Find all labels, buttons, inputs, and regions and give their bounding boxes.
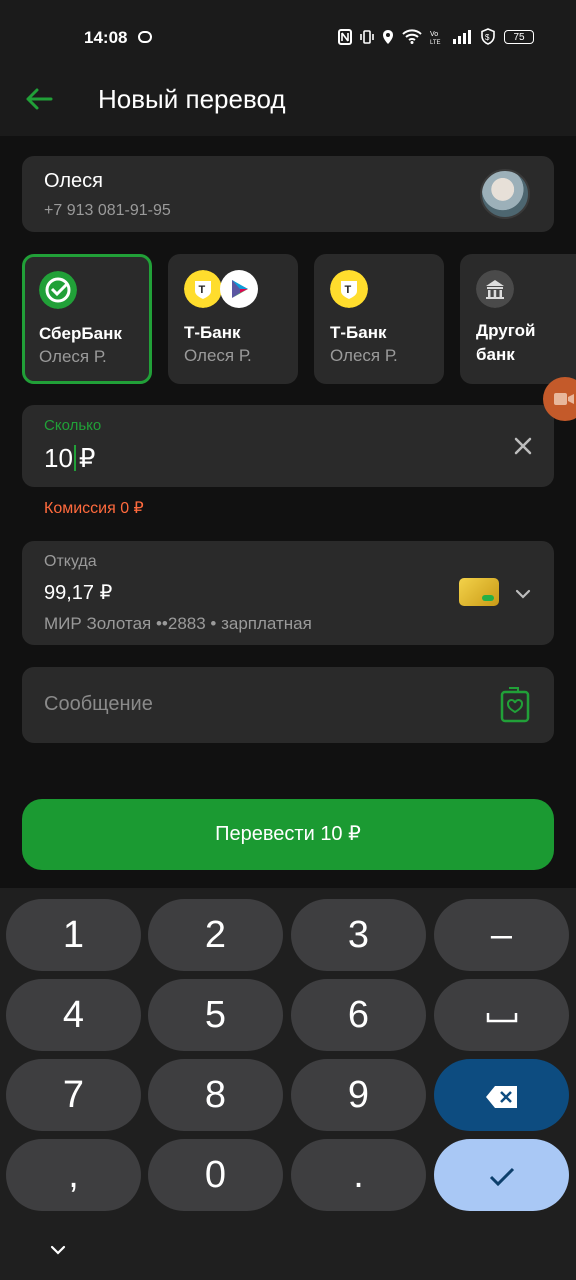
checkmark-icon bbox=[489, 1167, 514, 1187]
bank-option-tbank-sbp[interactable]: T Т-Банк Олеся Р. bbox=[168, 254, 298, 384]
svg-text:T: T bbox=[345, 284, 352, 296]
app-header: Новый перевод bbox=[0, 70, 576, 136]
key-7[interactable]: 7 bbox=[6, 1059, 141, 1131]
key-backspace[interactable] bbox=[434, 1059, 569, 1131]
location-icon bbox=[383, 29, 393, 44]
key-6[interactable]: 6 bbox=[291, 979, 426, 1051]
bank-name: СберБанк bbox=[39, 324, 122, 343]
status-icons: Vo LTE $ 75 bbox=[338, 28, 534, 45]
recipient-phone: +7 913 081-91-95 bbox=[44, 202, 171, 219]
bank-holder: Олеся Р. bbox=[330, 346, 398, 365]
sberbank-logo-icon bbox=[39, 271, 77, 309]
amount-field[interactable]: Сколько 10 ₽ bbox=[22, 405, 554, 487]
space-bar-icon bbox=[486, 1012, 517, 1023]
tbank-logo-icon: T bbox=[184, 270, 222, 308]
back-arrow-icon[interactable] bbox=[22, 82, 56, 116]
status-time: 14:08 bbox=[84, 28, 128, 47]
key-5[interactable]: 5 bbox=[148, 979, 283, 1051]
key-0[interactable]: 0 bbox=[148, 1139, 283, 1211]
key-dot[interactable]: . bbox=[291, 1139, 426, 1211]
text-cursor bbox=[73, 445, 76, 471]
key-done[interactable] bbox=[434, 1139, 569, 1211]
bank-option-sberbank[interactable]: СберБанк Олеся Р. bbox=[22, 254, 152, 384]
from-label: Откуда bbox=[44, 553, 97, 570]
avatar bbox=[480, 169, 530, 219]
chevron-down-icon[interactable] bbox=[514, 585, 532, 603]
svg-text:$: $ bbox=[485, 33, 490, 42]
bank-holder: Олеся Р. bbox=[39, 347, 107, 366]
message-placeholder: Сообщение bbox=[44, 693, 153, 715]
key-4[interactable]: 4 bbox=[6, 979, 141, 1051]
page-title: Новый перевод bbox=[98, 84, 286, 114]
bank-name: Другой bbox=[476, 321, 536, 340]
recipient-name: Олеся bbox=[44, 170, 103, 192]
amount-value: 10 ₽ bbox=[44, 443, 95, 474]
video-camera-icon bbox=[554, 393, 574, 405]
svg-text:Vo: Vo bbox=[430, 31, 438, 38]
wifi-icon bbox=[402, 29, 422, 44]
volte-icon: Vo LTE bbox=[430, 31, 441, 45]
svg-text:T: T bbox=[199, 284, 206, 296]
bank-option-tbank[interactable]: T Т-Банк Олеся Р. bbox=[314, 254, 444, 384]
from-account-selector[interactable]: Откуда 99,17 ₽ МИР Золотая ••2883 • зарп… bbox=[22, 541, 554, 645]
vibrate-icon bbox=[360, 29, 374, 44]
bank-holder: Олеся Р. bbox=[184, 346, 252, 365]
numeric-keyboard: 1 2 3 – 4 5 6 7 8 9 , 0 . bbox=[0, 888, 576, 1280]
key-2[interactable]: 2 bbox=[148, 899, 283, 971]
key-8[interactable]: 8 bbox=[148, 1059, 283, 1131]
battery-icon: 75 bbox=[504, 29, 534, 44]
transfer-button[interactable]: Перевести 10 ₽ bbox=[22, 799, 554, 870]
bank-name-line2: банк bbox=[476, 345, 515, 364]
bank-card-icon bbox=[459, 578, 499, 606]
amount-label: Сколько bbox=[44, 417, 102, 434]
key-comma[interactable]: , bbox=[6, 1139, 141, 1211]
amount-currency: ₽ bbox=[78, 443, 96, 473]
shield-dollar-icon: $ bbox=[481, 28, 495, 45]
message-field[interactable]: Сообщение bbox=[22, 667, 554, 743]
key-minus[interactable]: – bbox=[434, 899, 569, 971]
recipient-card[interactable]: Олеся +7 913 081-91-95 bbox=[22, 156, 554, 232]
postcard-icon[interactable] bbox=[500, 685, 530, 723]
key-space[interactable] bbox=[434, 979, 569, 1051]
key-1[interactable]: 1 bbox=[6, 899, 141, 971]
account-card-info: МИР Золотая ••2883 • зарплатная bbox=[44, 614, 312, 633]
key-3[interactable]: 3 bbox=[291, 899, 426, 971]
amount-number: 10 bbox=[44, 443, 73, 473]
backspace-icon bbox=[485, 1085, 517, 1108]
bank-name: Т-Банк bbox=[330, 323, 387, 342]
key-9[interactable]: 9 bbox=[291, 1059, 426, 1131]
hide-keyboard-chevron-icon[interactable] bbox=[49, 1243, 67, 1257]
sbp-logo-icon bbox=[220, 270, 258, 308]
transfer-form: Олеся +7 913 081-91-95 СберБанк Олеся Р.… bbox=[0, 136, 576, 888]
commission-text: Комиссия 0 ₽ bbox=[44, 500, 144, 517]
account-balance: 99,17 ₽ bbox=[44, 582, 113, 604]
tbank-logo-icon: T bbox=[330, 270, 368, 308]
bank-building-icon bbox=[476, 270, 514, 308]
bank-name: Т-Банк bbox=[184, 323, 241, 342]
screen-record-icon bbox=[138, 31, 152, 43]
status-bar: 14:08 Vo LTE $ 75 bbox=[0, 0, 576, 70]
nfc-icon bbox=[338, 28, 352, 45]
close-icon[interactable] bbox=[512, 435, 534, 457]
svg-text:LTE: LTE bbox=[430, 40, 441, 45]
signal-icon bbox=[453, 30, 471, 44]
bank-option-other[interactable]: Другой банк bbox=[460, 254, 576, 384]
